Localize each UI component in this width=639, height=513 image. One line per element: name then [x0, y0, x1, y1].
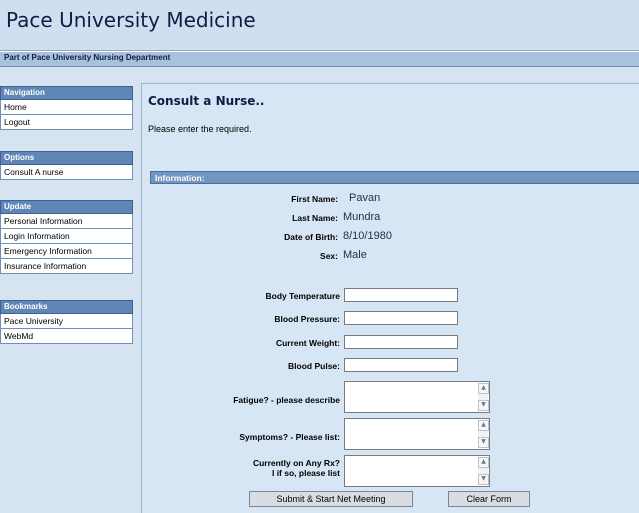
sidebar-item-home[interactable]: Home: [0, 100, 133, 115]
site-subtitle: Part of Pace University Nursing Departme…: [4, 53, 171, 62]
fatigue-textarea[interactable]: ▲ ▼: [344, 381, 490, 413]
last-name-value: Mundra: [343, 211, 381, 223]
navigation-box: Navigation Home Logout: [0, 86, 133, 130]
fatigue-label: Fatigue? - please describe: [233, 395, 340, 405]
sidebar-item-personal-information[interactable]: Personal Information: [0, 214, 133, 229]
section-heading: Information:: [150, 171, 639, 184]
rx-scrollbar[interactable]: ▲ ▼: [478, 457, 489, 485]
rx-label-line2: I if so, please list: [271, 468, 340, 478]
body-temperature-label: Body Temperature: [265, 291, 340, 301]
last-name-label: Last Name:: [292, 213, 338, 223]
blood-pressure-label: Blood Pressure:: [274, 314, 340, 324]
symptoms-textarea[interactable]: ▲ ▼: [344, 418, 490, 450]
main-content: Consult a Nurse.. Please enter the requi…: [141, 83, 639, 513]
sidebar-item-consult-a-nurse[interactable]: Consult A nurse: [0, 165, 133, 180]
options-heading: Options: [0, 151, 133, 165]
sex-value: Male: [343, 249, 367, 261]
blood-pulse-label: Blood Pulse:: [288, 361, 340, 371]
clear-form-button[interactable]: Clear Form: [448, 491, 530, 507]
scroll-up-icon[interactable]: ▲: [478, 383, 489, 394]
bookmarks-box: Bookmarks Pace University WebMd: [0, 300, 133, 344]
page-title: Consult a Nurse..: [148, 94, 265, 108]
bookmarks-heading: Bookmarks: [0, 300, 133, 314]
rx-label-line1: Currently on Any Rx?: [252, 458, 340, 468]
scroll-up-icon[interactable]: ▲: [478, 457, 489, 468]
dob-value: 8/10/1980: [343, 230, 392, 242]
sidebar-item-login-information[interactable]: Login Information: [0, 229, 133, 244]
update-box: Update Personal Information Login Inform…: [0, 200, 133, 274]
scroll-down-icon[interactable]: ▼: [478, 400, 489, 411]
blood-pressure-input[interactable]: [344, 311, 458, 325]
symptoms-label: Symptoms? - Please list:: [239, 432, 340, 442]
fatigue-scrollbar[interactable]: ▲ ▼: [478, 383, 489, 411]
options-box: Options Consult A nurse: [0, 151, 133, 180]
scroll-up-icon[interactable]: ▲: [478, 420, 489, 431]
scroll-down-icon[interactable]: ▼: [478, 474, 489, 485]
blood-pulse-input[interactable]: [344, 358, 458, 372]
sidebar-item-insurance-information[interactable]: Insurance Information: [0, 259, 133, 274]
site-banner: Pace University Medicine: [0, 0, 639, 51]
dob-label: Date of Birth:: [284, 232, 338, 242]
site-title: Pace University Medicine: [6, 8, 256, 32]
rx-textarea[interactable]: ▲ ▼: [344, 455, 490, 487]
navigation-heading: Navigation: [0, 86, 133, 100]
scroll-down-icon[interactable]: ▼: [478, 437, 489, 448]
current-weight-input[interactable]: [344, 335, 458, 349]
subtitle-bar: Part of Pace University Nursing Departme…: [0, 51, 639, 67]
submit-start-net-meeting-button[interactable]: Submit & Start Net Meeting: [249, 491, 413, 507]
body-temperature-input[interactable]: [344, 288, 458, 302]
symptoms-scrollbar[interactable]: ▲ ▼: [478, 420, 489, 448]
update-heading: Update: [0, 200, 133, 214]
intro-text: Please enter the required.: [148, 124, 252, 134]
bookmark-pace-university[interactable]: Pace University: [0, 314, 133, 329]
sidebar-item-emergency-information[interactable]: Emergency Information: [0, 244, 133, 259]
bookmark-webmd[interactable]: WebMd: [0, 329, 133, 344]
sidebar-item-logout[interactable]: Logout: [0, 115, 133, 130]
first-name-label: First Name:: [291, 194, 338, 204]
first-name-value: Pavan: [349, 192, 381, 204]
sex-label: Sex:: [320, 251, 338, 261]
current-weight-label: Current Weight:: [275, 338, 340, 348]
